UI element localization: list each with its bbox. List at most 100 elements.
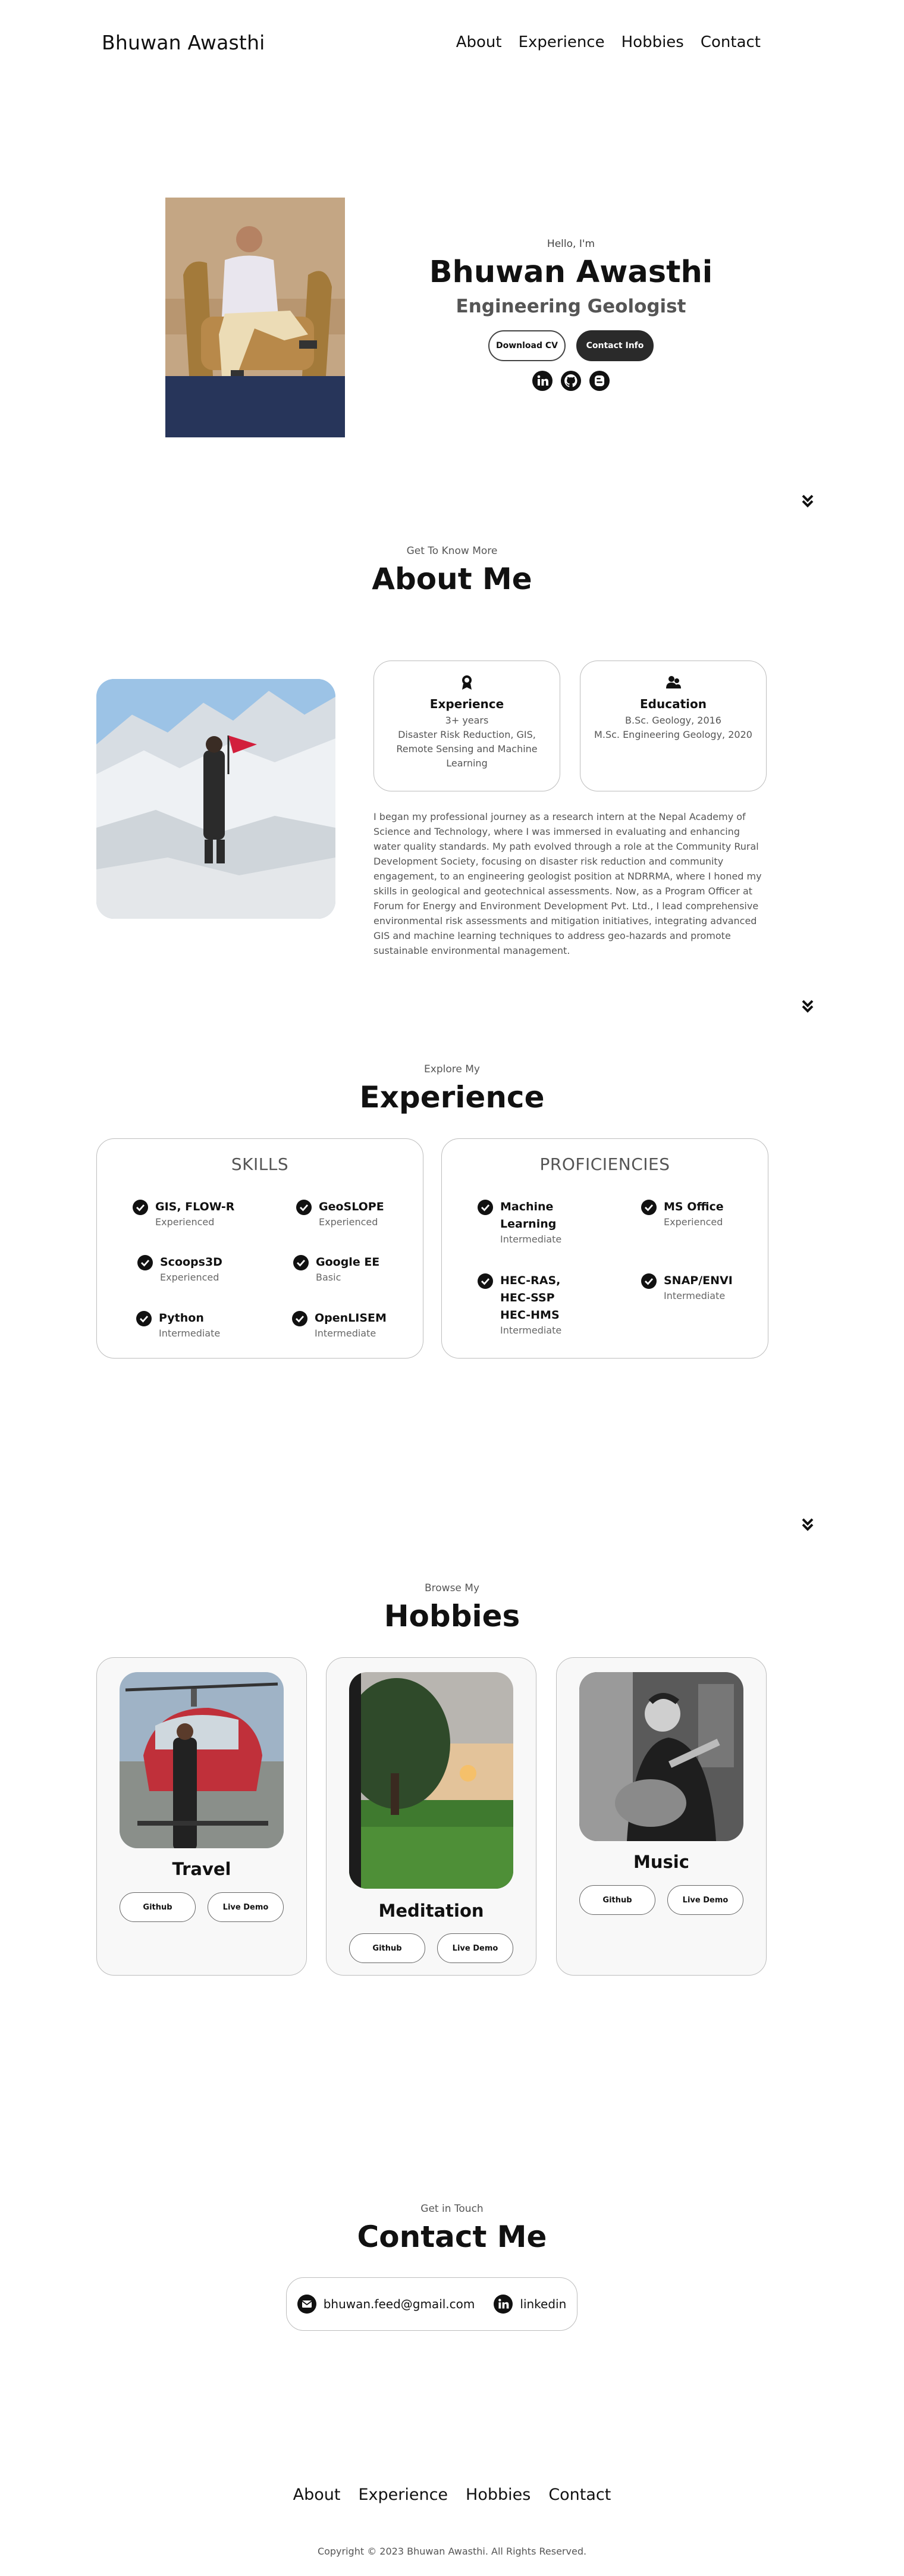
experience-detail-line-1: Disaster Risk Reduction, GIS, xyxy=(398,729,536,740)
proficiency-item: HEC-RAS, HEC-SSP HEC-HMS Intermediate xyxy=(478,1272,561,1337)
hobby-buttons: Github Live Demo xyxy=(579,1885,743,1915)
proficiency-item: SNAP/ENVI Intermediate xyxy=(641,1272,733,1303)
proficiency-level: Intermediate xyxy=(500,1325,562,1336)
download-cv-button[interactable]: Download CV xyxy=(488,330,566,361)
education-card-title: Education xyxy=(640,697,707,711)
github-button[interactable]: Github xyxy=(120,1892,196,1922)
hobby-buttons: Github Live Demo xyxy=(349,1933,513,1963)
experience-detail-line-3: Learning xyxy=(446,758,488,769)
skill-name: Python xyxy=(159,1312,204,1325)
education-line-1: B.Sc. Geology, 2016 xyxy=(625,715,721,726)
email-icon xyxy=(297,2295,316,2314)
skill-name: GeoSLOPE xyxy=(319,1200,384,1213)
skill-name: OpenLISEM xyxy=(315,1312,387,1325)
footer-nav: About Experience Hobbies Contact xyxy=(0,2486,904,2504)
proficiency-name: MS Office xyxy=(664,1200,724,1213)
scroll-down-arrow-icon[interactable] xyxy=(799,493,816,509)
experience-detail-line-2: Remote Sensing and Machine xyxy=(396,743,538,755)
linkedin-icon[interactable] xyxy=(532,371,553,391)
music-photo xyxy=(579,1672,743,1841)
hobbies-title: Hobbies xyxy=(384,1599,520,1633)
hobby-title: Music xyxy=(633,1852,689,1872)
live-demo-button[interactable]: Live Demo xyxy=(208,1892,284,1922)
social-links xyxy=(416,371,726,391)
hero-name: Bhuwan Awasthi xyxy=(429,255,713,290)
blog-icon[interactable] xyxy=(589,371,610,391)
proficiency-name-line-3: HEC-HMS xyxy=(500,1309,560,1322)
skill-item: Python Intermediate xyxy=(136,1310,220,1340)
hero-buttons: Download CV Contact Info xyxy=(416,330,726,361)
linkedin-link[interactable]: linkedin xyxy=(520,2297,566,2311)
skill-name: Google EE xyxy=(316,1256,380,1269)
hero-greeting: Hello, I'm xyxy=(547,238,595,250)
skill-item: GIS, FLOW-R Experienced xyxy=(133,1198,234,1229)
skill-level: Basic xyxy=(316,1272,341,1283)
experience-title: Experience xyxy=(359,1080,545,1115)
experience-years: 3+ years xyxy=(445,715,489,726)
hero-role: Engineering Geologist xyxy=(456,296,686,317)
top-nav: About Experience Hobbies Contact xyxy=(456,33,761,51)
check-icon xyxy=(296,1200,312,1215)
check-icon xyxy=(292,1311,307,1326)
skill-item: Google EE Basic xyxy=(293,1254,379,1284)
experience-card-title: Experience xyxy=(429,697,504,711)
live-demo-button[interactable]: Live Demo xyxy=(667,1885,743,1915)
contact-email[interactable]: bhuwan.feed@gmail.com xyxy=(297,2295,475,2314)
skill-item: GeoSLOPE Experienced xyxy=(296,1198,384,1229)
meditation-photo xyxy=(349,1672,513,1889)
profile-photo xyxy=(165,198,345,437)
check-icon xyxy=(137,1255,153,1270)
hero-intro: Hello, I'm Bhuwan Awasthi Engineering Ge… xyxy=(416,238,726,391)
proficiency-name: SNAP/ENVI xyxy=(664,1274,733,1287)
skill-level: Experienced xyxy=(319,1216,378,1228)
footer-link-contact[interactable]: Contact xyxy=(548,2486,611,2504)
about-paragraph: I began my professional journey as a res… xyxy=(373,811,762,956)
proficiency-level: Intermediate xyxy=(500,1234,562,1245)
check-icon xyxy=(478,1200,493,1215)
about-subtitle: Get To Know More xyxy=(406,545,498,557)
hobbies-subtitle: Browse My xyxy=(424,1582,480,1594)
award-icon xyxy=(462,675,472,690)
nav-link-about[interactable]: About xyxy=(456,33,502,51)
check-icon xyxy=(293,1255,309,1270)
education-line-2: M.Sc. Engineering Geology, 2020 xyxy=(594,729,752,740)
email-address[interactable]: bhuwan.feed@gmail.com xyxy=(324,2297,475,2311)
check-icon xyxy=(641,1200,657,1215)
proficiency-name-line-2: Learning xyxy=(500,1217,557,1231)
github-button[interactable]: Github xyxy=(349,1933,425,1963)
github-icon[interactable] xyxy=(561,371,581,391)
scroll-down-arrow-icon[interactable] xyxy=(799,998,816,1015)
skill-item: Scoops3D Experienced xyxy=(137,1254,222,1284)
proficiency-level: Intermediate xyxy=(664,1290,726,1301)
scroll-down-arrow-icon[interactable] xyxy=(799,1516,816,1533)
skill-level: Experienced xyxy=(160,1272,219,1283)
skill-name: GIS, FLOW-R xyxy=(155,1200,235,1213)
footer-link-experience[interactable]: Experience xyxy=(358,2486,448,2504)
nav-link-experience[interactable]: Experience xyxy=(519,33,605,51)
check-icon xyxy=(641,1273,657,1289)
hobby-title: Meditation xyxy=(378,1901,484,1921)
hobby-card-meditation: Meditation Github Live Demo xyxy=(326,1657,536,1976)
linkedin-icon xyxy=(494,2295,513,2314)
footer-link-hobbies[interactable]: Hobbies xyxy=(466,2486,531,2504)
live-demo-button[interactable]: Live Demo xyxy=(437,1933,513,1963)
nav-link-contact[interactable]: Contact xyxy=(701,33,761,51)
check-icon xyxy=(133,1200,148,1215)
about-photo xyxy=(96,679,335,919)
footer-link-about[interactable]: About xyxy=(293,2486,341,2504)
contact-info-button[interactable]: Contact Info xyxy=(576,330,654,361)
site-logo[interactable]: Bhuwan Awasthi xyxy=(102,31,265,54)
proficiency-name-line-1: Machine xyxy=(500,1200,554,1213)
proficiency-level: Experienced xyxy=(664,1216,723,1228)
experience-subtitle: Explore My xyxy=(424,1063,480,1075)
skill-level: Intermediate xyxy=(159,1328,221,1339)
proficiency-name-line-1: HEC-RAS, xyxy=(500,1274,561,1287)
contact-linkedin[interactable]: linkedin xyxy=(494,2295,566,2314)
hobby-buttons: Github Live Demo xyxy=(120,1892,284,1922)
about-title: About Me xyxy=(372,562,532,596)
check-icon xyxy=(478,1273,493,1289)
contact-info-box: bhuwan.feed@gmail.com linkedin xyxy=(286,2277,577,2331)
nav-link-hobbies[interactable]: Hobbies xyxy=(622,33,684,51)
skill-level: Intermediate xyxy=(315,1328,376,1339)
github-button[interactable]: Github xyxy=(579,1885,655,1915)
